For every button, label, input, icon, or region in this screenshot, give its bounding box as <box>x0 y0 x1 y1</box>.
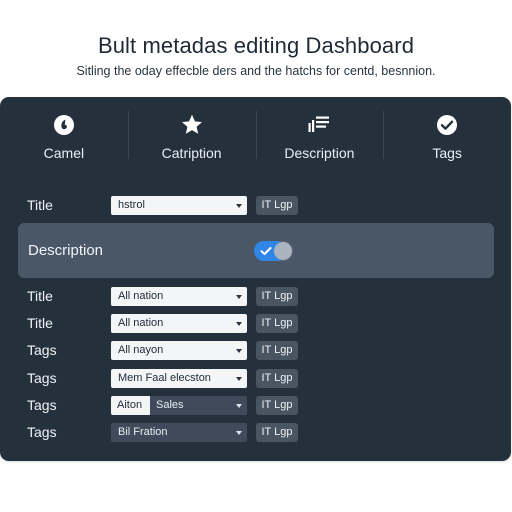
tab-bar: Camel Catription Description Tags <box>0 97 511 173</box>
tab-label: Camel <box>43 145 85 161</box>
circle-pin-icon <box>53 115 74 135</box>
metadata-row: Tags All nayon IT Lgp <box>0 339 511 363</box>
row-label: Tags <box>27 342 57 358</box>
select-value: All nayon <box>118 344 164 356</box>
badge-label: IT Lgp <box>261 344 293 356</box>
metadata-row: Title All nation IT Lgp <box>0 312 511 336</box>
metadata-row: Title All nation IT Lgp <box>0 285 511 309</box>
select-value: All nation <box>118 317 164 329</box>
description-toggle[interactable] <box>254 241 293 261</box>
bars-list-icon <box>308 116 330 132</box>
value-select[interactable]: Mem Faal elecston <box>111 369 247 388</box>
lang-badge-button[interactable]: IT Lgp <box>256 341 298 360</box>
page-subtitle: Sitling the oday effecble ders and the h… <box>76 64 436 78</box>
split-select-left[interactable]: Aiton <box>111 396 150 415</box>
metadata-row: Tags Mem Faal elecston IT Lgp <box>0 367 511 391</box>
lang-badge-button[interactable]: IT Lgp <box>256 369 298 388</box>
row-label: Tags <box>27 397 57 413</box>
tab-catription[interactable]: Catription <box>127 97 256 173</box>
row-label: Tags <box>27 370 57 386</box>
tab-tags[interactable]: Tags <box>383 97 511 173</box>
lang-badge-button[interactable]: IT Lgp <box>256 314 298 333</box>
select-value: Bil Fration <box>118 426 168 438</box>
toggle-knob <box>274 242 292 260</box>
select-value: hstrol <box>118 199 145 211</box>
tab-description[interactable]: Description <box>255 97 384 173</box>
value-select[interactable]: All nayon <box>111 341 247 360</box>
select-value: Mem Faal elecston <box>118 372 211 384</box>
value-select[interactable]: All nation <box>111 314 247 333</box>
metadata-row: Tags Aiton Sales IT Lgp <box>0 394 511 418</box>
metadata-row: Title hstrol IT Lgp <box>0 194 511 218</box>
badge-label: IT Lgp <box>261 199 293 211</box>
dashboard-page: Bult metadas editing Dashboard Sitling t… <box>0 0 512 512</box>
badge-label: IT Lgp <box>261 372 293 384</box>
description-row[interactable]: Description <box>18 223 494 278</box>
value-select[interactable]: Bil Fration <box>111 423 247 442</box>
check-circle-icon <box>437 115 458 135</box>
chevron-down-icon <box>236 404 242 408</box>
row-label: Title <box>27 288 53 304</box>
value-select[interactable]: All nation <box>111 287 247 306</box>
lang-badge-button[interactable]: IT Lgp <box>256 287 298 306</box>
select-value: Sales <box>156 399 184 411</box>
chevron-down-icon <box>236 377 242 381</box>
description-label: Description <box>28 242 104 259</box>
page-title: Bult metadas editing Dashboard <box>97 33 415 58</box>
star-icon <box>181 114 202 134</box>
chevron-down-icon <box>236 431 242 435</box>
row-label: Title <box>27 197 53 213</box>
tab-camel[interactable]: Camel <box>0 97 128 173</box>
tab-label: Description <box>284 145 355 161</box>
row-label: Tags <box>27 424 57 440</box>
chevron-down-icon <box>236 322 242 326</box>
chevron-down-icon <box>236 349 242 353</box>
chevron-down-icon <box>236 295 242 299</box>
split-select[interactable]: Aiton Sales <box>111 396 247 415</box>
metadata-row: Tags Bil Fration IT Lgp <box>0 421 511 445</box>
badge-label: IT Lgp <box>261 290 293 302</box>
select-value: All nation <box>118 290 164 302</box>
badge-label: IT Lgp <box>261 399 293 411</box>
metadata-panel: Camel Catription Description Tags Title … <box>0 97 511 461</box>
lang-badge-button[interactable]: IT Lgp <box>256 196 298 215</box>
chevron-down-icon <box>236 204 242 208</box>
check-icon <box>260 247 272 255</box>
select-value: Aiton <box>117 399 143 411</box>
badge-label: IT Lgp <box>261 317 293 329</box>
badge-label: IT Lgp <box>261 426 293 438</box>
row-label: Title <box>27 315 53 331</box>
tab-label: Tags <box>432 145 462 161</box>
lang-badge-button[interactable]: IT Lgp <box>256 423 298 442</box>
lang-badge-button[interactable]: IT Lgp <box>256 396 298 415</box>
tab-label: Catription <box>161 145 222 161</box>
title-select[interactable]: hstrol <box>111 196 247 215</box>
